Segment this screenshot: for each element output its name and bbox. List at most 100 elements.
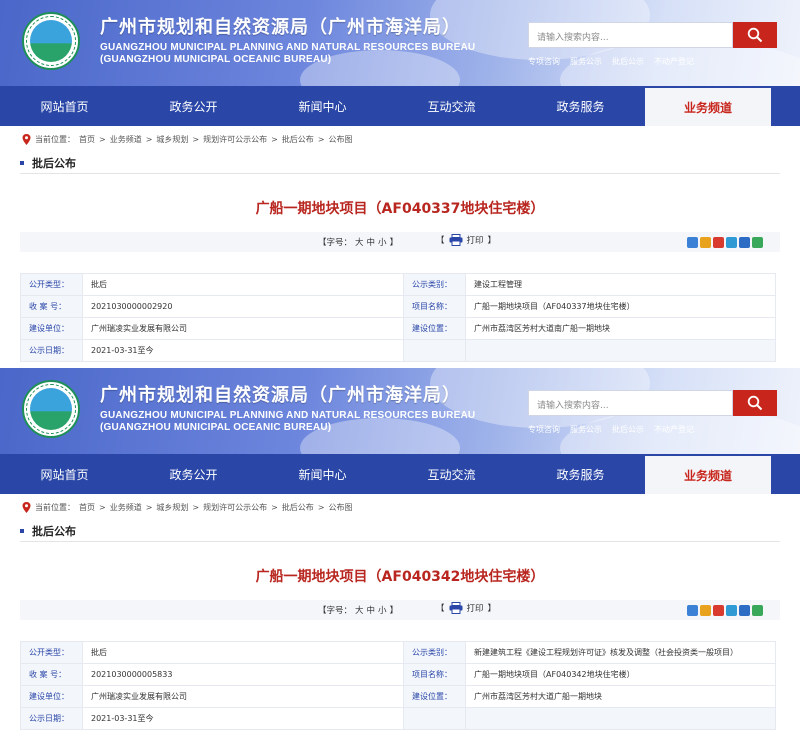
table-cell-empty: [465, 339, 776, 362]
share-icon[interactable]: [726, 605, 737, 616]
font-size-medium[interactable]: 中: [367, 238, 376, 248]
share-icon[interactable]: [687, 237, 698, 248]
label-open-type: 公开类型：: [20, 273, 83, 296]
breadcrumb-item[interactable]: 首页: [79, 502, 95, 513]
value-serial: 2021030000005833: [82, 663, 404, 686]
share-icon[interactable]: [700, 237, 711, 248]
breadcrumb-separator: >: [317, 135, 325, 144]
breadcrumb-item[interactable]: 城乡规划: [156, 134, 188, 145]
label-builder: 建设单位：: [20, 317, 83, 340]
printer-icon: [449, 234, 463, 246]
breadcrumb-item[interactable]: 批后公布: [282, 502, 314, 513]
table-row: 公开类型： 批后 公示类别： 新建建筑工程《建设工程规划许可证》核发及调整（社会…: [20, 641, 776, 664]
nav-item-interaction[interactable]: 互动交流: [387, 454, 516, 494]
font-size-large[interactable]: 大: [355, 606, 364, 616]
print-button[interactable]: 【 打印 】: [436, 602, 496, 614]
table-cell-empty: [465, 707, 776, 730]
font-size-small[interactable]: 小: [378, 238, 387, 248]
table-row: 建设单位： 广州瑞凌实业发展有限公司 建设位置： 广州市荔湾区芳村大道广船一期地…: [20, 685, 776, 708]
label-pub-date: 公示日期：: [20, 339, 83, 362]
nav-item-interaction[interactable]: 互动交流: [387, 86, 516, 126]
breadcrumb-item[interactable]: 业务频道: [110, 502, 142, 513]
share-icons: [687, 237, 763, 248]
share-icon[interactable]: [752, 605, 763, 616]
nav-item-services[interactable]: 政务服务: [516, 454, 645, 494]
bureau-logo[interactable]: [22, 12, 80, 70]
site-title-en-sub: (GUANGZHOU MUNICIPAL OCEANIC BUREAU): [100, 54, 332, 65]
font-size-small[interactable]: 小: [378, 606, 387, 616]
breadcrumb-item[interactable]: 公布图: [329, 134, 353, 145]
breadcrumb-separator: >: [145, 503, 153, 512]
label-location: 建设位置：: [403, 685, 466, 708]
project-title: 广船一期地块项目（AF040337地块住宅楼）: [255, 201, 545, 217]
nav-item-home[interactable]: 网站首页: [0, 454, 129, 494]
breadcrumb-item[interactable]: 公布图: [329, 502, 353, 513]
table-row: 收 案 号： 2021030000005833 项目名称： 广船一期地块项目（A…: [20, 663, 776, 686]
breadcrumb-item[interactable]: 业务频道: [110, 134, 142, 145]
share-icon[interactable]: [739, 237, 750, 248]
nav-item-business[interactable]: 业务频道: [645, 88, 771, 126]
label-builder: 建设单位：: [20, 685, 83, 708]
table-cell-empty: [403, 707, 466, 730]
share-icon[interactable]: [687, 605, 698, 616]
breadcrumb-item[interactable]: 首页: [79, 134, 95, 145]
bullet-square-icon: [20, 161, 24, 165]
search-input[interactable]: 请输入搜索内容...: [528, 22, 733, 48]
share-icon[interactable]: [739, 605, 750, 616]
share-icon[interactable]: [726, 237, 737, 248]
breadcrumb-item[interactable]: 规划许可公示公布: [203, 502, 267, 513]
share-icon[interactable]: [752, 237, 763, 248]
site-banner: 广州市规划和自然资源局（广州市海洋局） GUANGZHOU MUNICIPAL …: [0, 0, 800, 86]
quick-link[interactable]: 不动产登记: [654, 424, 694, 435]
font-size-label: 【字号：: [318, 606, 353, 616]
font-size-control: 【字号：大中小】: [318, 236, 398, 248]
font-size-medium[interactable]: 中: [367, 606, 376, 616]
section-title: 批后公布: [20, 523, 76, 539]
print-close: 】: [487, 604, 497, 614]
location-pin-icon: [22, 502, 31, 513]
quick-link[interactable]: 不动产登记: [654, 56, 694, 67]
font-size-large[interactable]: 大: [355, 238, 364, 248]
section-title: 批后公布: [20, 155, 76, 171]
print-close: 】: [487, 236, 497, 246]
nav-item-gov-affairs[interactable]: 政务公开: [129, 86, 258, 126]
quick-link[interactable]: 专项咨询: [528, 56, 560, 67]
nav-item-services[interactable]: 政务服务: [516, 86, 645, 126]
breadcrumb-label: 当前位置：: [35, 503, 75, 512]
nav-item-news[interactable]: 新闻中心: [258, 86, 387, 126]
table-row: 公示日期： 2021-03-31至今: [20, 339, 776, 362]
bureau-logo[interactable]: [22, 380, 80, 438]
print-button[interactable]: 【 打印 】: [436, 234, 496, 246]
breadcrumb-separator: >: [271, 135, 278, 144]
site-title-en: GUANGZHOU MUNICIPAL PLANNING AND NATURAL…: [100, 42, 476, 53]
breadcrumb-item[interactable]: 城乡规划: [156, 502, 188, 513]
table-row: 公开类型： 批后 公示类别： 建设工程管理: [20, 273, 776, 296]
breadcrumb: 当前位置： 首页 > 业务频道 > 城乡规划 > 规划许可公示公布 > 批后公布…: [22, 502, 353, 513]
quick-link[interactable]: 服务公示: [570, 424, 602, 435]
search-button[interactable]: [733, 390, 777, 416]
search-icon: [747, 27, 763, 43]
breadcrumb-item[interactable]: 批后公布: [282, 134, 314, 145]
search-button[interactable]: [733, 22, 777, 48]
share-icon[interactable]: [713, 237, 724, 248]
quick-link[interactable]: 批后公示: [612, 56, 644, 67]
record-info-table: 公开类型： 批后 公示类别： 建设工程管理 收 案 号： 20210300000…: [20, 273, 776, 362]
quick-link[interactable]: 专项咨询: [528, 424, 560, 435]
label-pub-category: 公示类别：: [403, 273, 466, 296]
breadcrumb-label: 当前位置：: [35, 135, 75, 144]
bullet-square-icon: [20, 529, 24, 533]
quick-link[interactable]: 服务公示: [570, 56, 602, 67]
search-input[interactable]: 请输入搜索内容...: [528, 390, 733, 416]
share-icon[interactable]: [713, 605, 724, 616]
nav-item-news[interactable]: 新闻中心: [258, 454, 387, 494]
nav-item-gov-affairs[interactable]: 政务公开: [129, 454, 258, 494]
nav-item-home[interactable]: 网站首页: [0, 86, 129, 126]
nav-item-business[interactable]: 业务频道: [645, 456, 771, 494]
font-size-close: 】: [389, 238, 399, 248]
quick-link[interactable]: 批后公示: [612, 424, 644, 435]
section-title-text: 批后公布: [32, 525, 76, 538]
breadcrumb-item[interactable]: 规划许可公示公布: [203, 134, 267, 145]
share-icon[interactable]: [700, 605, 711, 616]
site-title-en: GUANGZHOU MUNICIPAL PLANNING AND NATURAL…: [100, 410, 476, 421]
screenshot-panel-2: 广州市规划和自然资源局（广州市海洋局） GUANGZHOU MUNICIPAL …: [0, 368, 800, 737]
